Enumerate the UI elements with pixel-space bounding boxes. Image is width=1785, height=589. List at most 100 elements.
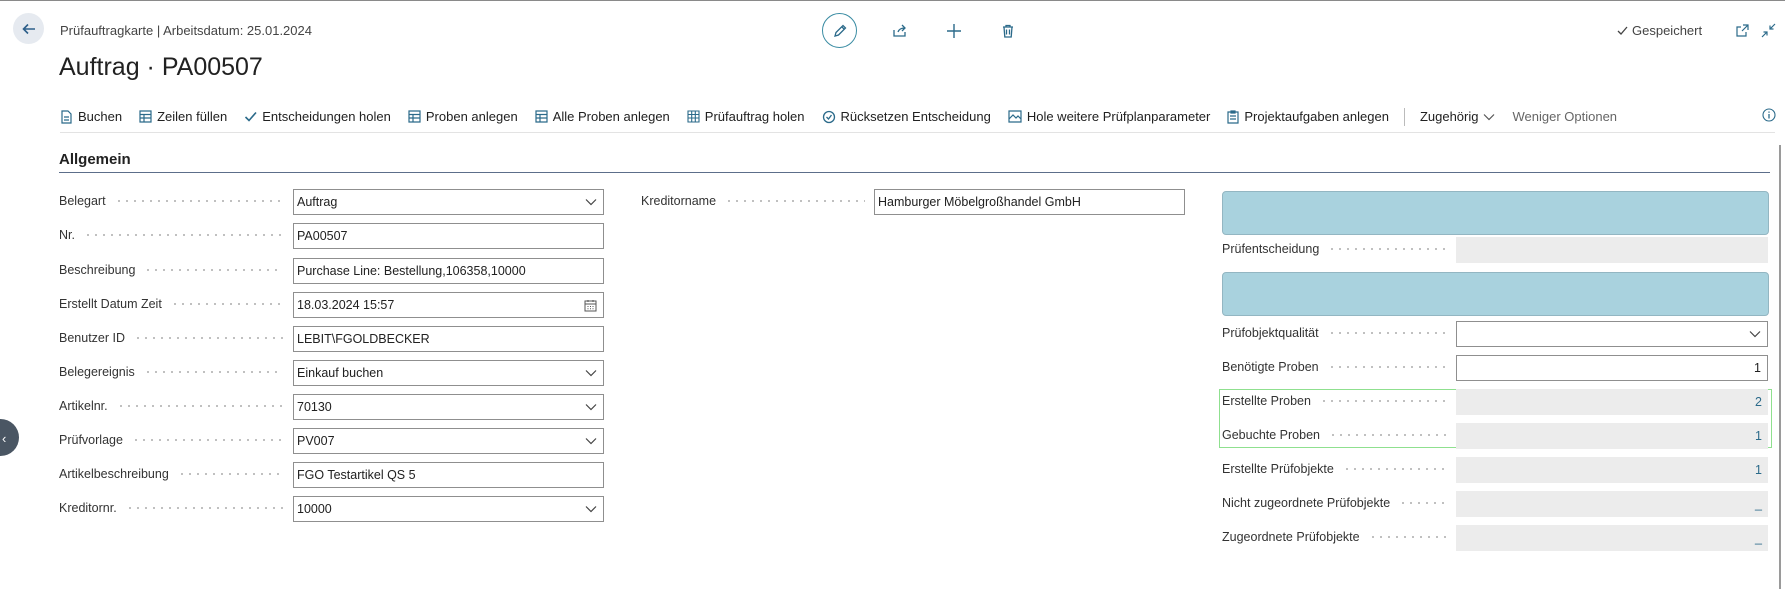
artikelnr-dropdown[interactable]: 70130 (293, 394, 604, 420)
field-label-kreditorname: Kreditorname (641, 194, 871, 208)
field-label-gebuchte-proben: Gebuchte Proben (1222, 428, 1452, 442)
save-status-label: Gespeichert (1632, 23, 1703, 38)
share-icon (893, 24, 906, 37)
fewer-options-button[interactable]: Weniger Optionen (1512, 109, 1617, 124)
nr-value: PA00507 (297, 229, 348, 243)
pruefvorlage-value: PV007 (297, 434, 335, 448)
reset-icon (822, 110, 835, 123)
action-label: Rücksetzen Entscheidung (840, 109, 991, 124)
status-indicator-top (1222, 191, 1769, 235)
image-icon (1008, 110, 1022, 123)
field-label-beschreibung: Beschreibung (59, 263, 289, 277)
benutzer-id-field[interactable]: LEBIT\FGOLDBECKER (293, 326, 604, 352)
clipboard-icon (1227, 109, 1239, 124)
back-button[interactable] (13, 13, 44, 44)
pruefvorlage-dropdown[interactable]: PV007 (293, 428, 604, 454)
erstellte-proben-field[interactable]: 2 (1456, 389, 1768, 415)
erstellte-pruefobjekte-field[interactable]: 1 (1456, 457, 1768, 483)
toolbar-divider (1403, 107, 1405, 126)
zugeordnete-pruefobjekte-value: _ (1755, 531, 1762, 545)
info-button[interactable] (1762, 108, 1776, 127)
artikelbeschreibung-field[interactable]: FGO Testartikel QS 5 (293, 462, 604, 488)
related-menu[interactable]: Zugehörig (1420, 109, 1496, 124)
chevron-down-icon (585, 438, 597, 445)
action-label: Alle Proben anlegen (552, 109, 670, 124)
belegereignis-dropdown[interactable]: Einkauf buchen (293, 360, 604, 386)
action-proben-anlegen[interactable]: Proben anlegen (408, 109, 518, 124)
collapse-button[interactable] (1760, 22, 1776, 38)
action-zeilen-fuellen[interactable]: Zeilen füllen (139, 109, 227, 124)
check-icon (245, 111, 257, 122)
zugeordnete-pruefobjekte-field[interactable]: _ (1456, 525, 1768, 551)
collapse-arrows-icon (1761, 23, 1775, 37)
delete-button[interactable] (997, 20, 1019, 42)
info-icon (1762, 108, 1776, 122)
breadcrumb: Prüfauftragkarte | Arbeitsdatum: 25.01.2… (60, 23, 312, 38)
gebuchte-proben-field[interactable]: 1 (1456, 423, 1768, 449)
field-label-erstellte-proben: Erstellte Proben (1222, 394, 1452, 408)
action-alle-proben-anlegen[interactable]: Alle Proben anlegen (535, 109, 670, 124)
chevron-down-icon (585, 370, 597, 377)
record-actions (822, 13, 1019, 48)
field-label-belegart: Belegart (59, 194, 289, 208)
beschreibung-field[interactable]: Purchase Line: Bestellung,106358,10000 (293, 258, 604, 284)
grid-icon (687, 110, 700, 123)
action-label: Entscheidungen holen (262, 109, 391, 124)
open-in-new-window-icon (1735, 23, 1749, 37)
beschreibung-value: Purchase Line: Bestellung,106358,10000 (297, 264, 526, 278)
pruefobjektqualitaet-dropdown[interactable] (1456, 321, 1768, 347)
nr-field[interactable]: PA00507 (293, 223, 604, 249)
vertical-scrollbar[interactable] (1779, 145, 1781, 589)
action-label: Zeilen füllen (157, 109, 228, 124)
action-entscheidungen-holen[interactable]: Entscheidungen holen (244, 109, 391, 124)
share-button[interactable] (889, 20, 911, 42)
field-label-kreditornr: Kreditornr. (59, 501, 289, 515)
new-button[interactable] (943, 20, 965, 42)
erstellte-proben-value: 2 (1755, 395, 1762, 409)
pencil-icon (833, 24, 846, 37)
section-title-allgemein[interactable]: Allgemein (59, 151, 131, 168)
field-label-artikelbeschreibung: Artikelbeschreibung (59, 467, 289, 481)
kreditorname-value: Hamburger Möbelgroßhandel GmbH (878, 195, 1081, 209)
kreditornr-value: 10000 (297, 502, 332, 516)
action-hole-pruefplanparameter[interactable]: Hole weitere Prüfplanparameter (1008, 109, 1211, 124)
kreditorname-field[interactable]: Hamburger Möbelgroßhandel GmbH (874, 189, 1185, 215)
belegereignis-value: Einkauf buchen (297, 366, 384, 380)
action-ruecksetzen-entscheidung[interactable]: Rücksetzen Entscheidung (822, 109, 991, 124)
action-buchen[interactable]: Buchen (60, 109, 122, 124)
chevron-down-icon (1484, 113, 1495, 120)
plus-icon (947, 23, 961, 38)
edit-button[interactable] (822, 13, 857, 48)
chevron-down-icon (585, 506, 597, 513)
side-panel-toggle[interactable]: ‹ (0, 419, 19, 456)
erstellt-datum-zeit-field[interactable]: 18.03.2024 15:57 (293, 292, 604, 318)
post-icon (61, 109, 72, 124)
save-status: Gespeichert (1616, 23, 1702, 38)
arrow-left-icon (21, 23, 35, 34)
field-label-pruefentscheidung: Prüfentscheidung (1222, 242, 1452, 256)
open-new-window-button[interactable] (1734, 22, 1750, 38)
artikelnr-value: 70130 (297, 400, 332, 414)
related-menu-label: Zugehörig (1419, 109, 1479, 124)
kreditornr-dropdown[interactable]: 10000 (293, 496, 604, 522)
action-pruefauftrag-holen[interactable]: Prüfauftrag holen (687, 109, 805, 124)
chevron-down-icon (585, 199, 597, 206)
benutzer-id-value: LEBIT\FGOLDBECKER (297, 332, 430, 346)
field-label-erstellt-datum-zeit: Erstellt Datum Zeit (59, 297, 289, 311)
fewer-options-label: Weniger Optionen (1512, 109, 1618, 124)
benoetigte-proben-field[interactable]: 1 (1456, 355, 1768, 381)
page-title: Auftrag · PA00507 (59, 53, 263, 81)
nicht-zugeordnete-pruefobjekte-field[interactable]: _ (1456, 491, 1768, 517)
field-label-benoetigte-proben: Benötigte Proben (1222, 360, 1452, 374)
field-label-pruefvorlage: Prüfvorlage (59, 433, 289, 447)
erstellte-pruefobjekte-value: 1 (1755, 463, 1762, 477)
gebuchte-proben-value: 1 (1755, 429, 1762, 443)
belegart-value: Auftrag (297, 195, 338, 209)
field-label-nicht-zugeordnete-pruefobjekte: Nicht zugeordnete Prüfobjekte (1222, 496, 1452, 510)
action-label: Hole weitere Prüfplanparameter (1026, 109, 1211, 124)
action-projektaufgaben-anlegen[interactable]: Projektaufgaben anlegen (1227, 109, 1389, 124)
nicht-zugeordnete-pruefobjekte-value: _ (1755, 497, 1762, 511)
table-icon (408, 110, 421, 123)
section-divider (59, 172, 1770, 173)
belegart-dropdown[interactable]: Auftrag (293, 189, 604, 215)
